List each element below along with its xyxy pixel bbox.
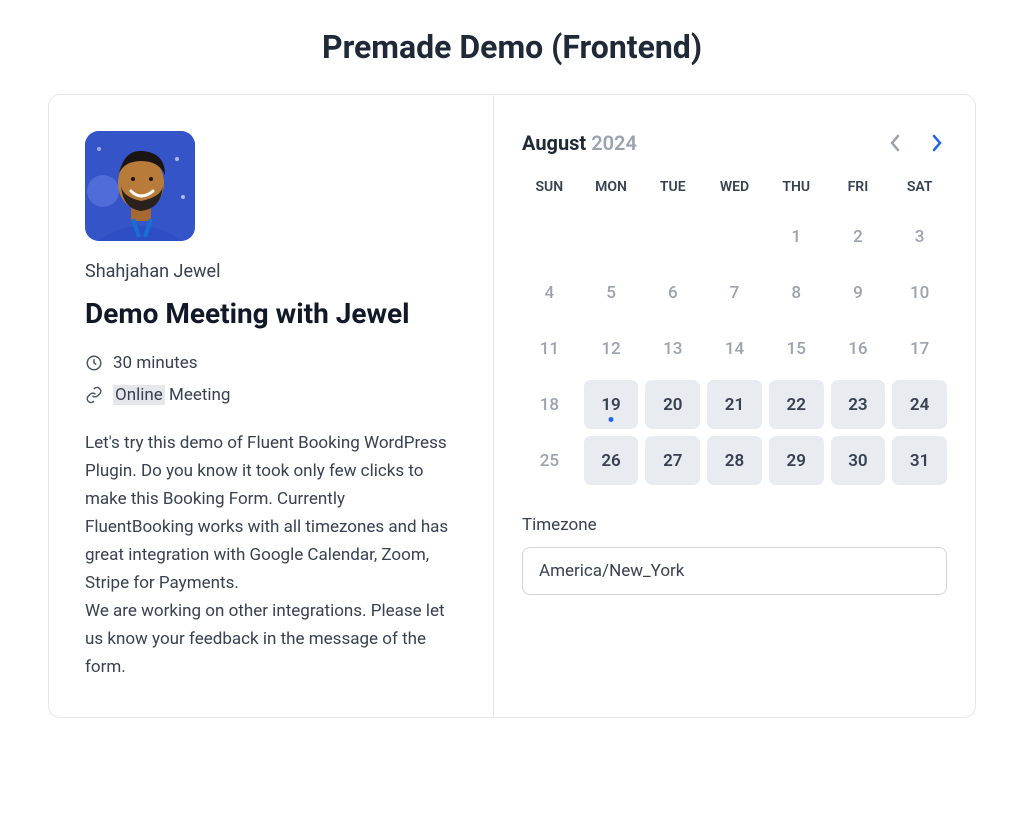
calendar-day[interactable]: 28 — [707, 436, 762, 485]
calendar-dow: SAT — [892, 173, 947, 205]
duration-text: 30 minutes — [113, 353, 197, 373]
calendar-day: 10 — [892, 268, 947, 317]
location-row: Online Meeting — [85, 385, 457, 405]
calendar-day: 3 — [892, 212, 947, 261]
calendar-day: 18 — [522, 380, 577, 429]
calendar-day[interactable]: 30 — [831, 436, 886, 485]
calendar-dow: MON — [584, 173, 639, 205]
calendar-day: 9 — [831, 268, 886, 317]
host-name: Shahjahan Jewel — [85, 261, 457, 282]
calendar-day-empty — [645, 212, 700, 261]
timezone-select[interactable]: America/New_York — [522, 547, 947, 595]
duration-row: 30 minutes — [85, 353, 457, 373]
calendar-day[interactable]: 22 — [769, 380, 824, 429]
calendar-day-empty — [707, 212, 762, 261]
calendar-day: 11 — [522, 324, 577, 373]
calendar-day[interactable]: 29 — [769, 436, 824, 485]
calendar-header: August 2024 — [522, 131, 947, 155]
calendar-day: 16 — [831, 324, 886, 373]
meeting-info-panel: Shahjahan Jewel Demo Meeting with Jewel … — [49, 95, 494, 717]
calendar-day-empty — [522, 212, 577, 261]
calendar-day[interactable]: 20 — [645, 380, 700, 429]
calendar-day[interactable]: 23 — [831, 380, 886, 429]
calendar-day[interactable]: 27 — [645, 436, 700, 485]
calendar-day: 6 — [645, 268, 700, 317]
calendar-day: 8 — [769, 268, 824, 317]
booking-card: Shahjahan Jewel Demo Meeting with Jewel … — [48, 94, 976, 718]
calendar-day[interactable]: 24 — [892, 380, 947, 429]
calendar-panel: August 2024 SUNMONTUEWEDTHUFRISAT1234567… — [494, 95, 975, 717]
calendar-day: 4 — [522, 268, 577, 317]
calendar-day: 12 — [584, 324, 639, 373]
calendar-day: 7 — [707, 268, 762, 317]
calendar-grid: SUNMONTUEWEDTHUFRISAT1234567891011121314… — [522, 173, 947, 485]
timezone-label: Timezone — [522, 515, 947, 535]
calendar-dow: THU — [769, 173, 824, 205]
calendar-day: 5 — [584, 268, 639, 317]
calendar-day: 17 — [892, 324, 947, 373]
calendar-day[interactable]: 26 — [584, 436, 639, 485]
calendar-day[interactable]: 31 — [892, 436, 947, 485]
link-icon — [85, 386, 103, 404]
calendar-day-empty — [584, 212, 639, 261]
meeting-title: Demo Meeting with Jewel — [85, 296, 457, 331]
host-avatar — [85, 131, 195, 241]
calendar-day: 1 — [769, 212, 824, 261]
calendar-day: 25 — [522, 436, 577, 485]
calendar-dow: FRI — [831, 173, 886, 205]
clock-icon — [85, 354, 103, 372]
calendar-dow: WED — [707, 173, 762, 205]
calendar-dow: SUN — [522, 173, 577, 205]
prev-month-button — [885, 133, 905, 153]
calendar-month-year: August 2024 — [522, 131, 637, 155]
calendar-day[interactable]: 21 — [707, 380, 762, 429]
calendar-day: 13 — [645, 324, 700, 373]
calendar-dow: TUE — [645, 173, 700, 205]
next-month-button[interactable] — [927, 133, 947, 153]
calendar-day: 14 — [707, 324, 762, 373]
location-text: Online Meeting — [113, 385, 230, 405]
meeting-description: Let's try this demo of Fluent Booking Wo… — [85, 429, 457, 681]
calendar-day[interactable]: 19 — [584, 380, 639, 429]
calendar-day: 2 — [831, 212, 886, 261]
calendar-day: 15 — [769, 324, 824, 373]
page-title: Premade Demo (Frontend) — [322, 28, 702, 66]
